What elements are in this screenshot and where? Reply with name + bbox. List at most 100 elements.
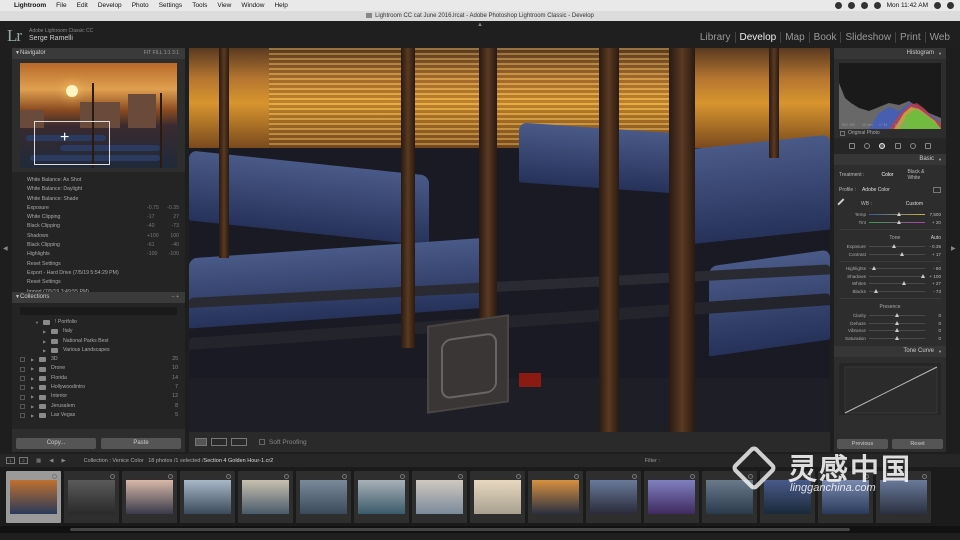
history-item[interactable]: White Balance: Shade <box>12 195 185 204</box>
menubar-clock[interactable]: Mon 11:42 AM <box>887 2 928 9</box>
module-print[interactable]: Print <box>896 32 926 43</box>
filmstrip-scroll-thumb[interactable] <box>70 528 850 531</box>
dehaze-slider[interactable]: Dehaze 0 <box>834 320 946 328</box>
collection-checkbox[interactable] <box>20 375 25 381</box>
page-2-button[interactable]: 2 <box>19 457 28 464</box>
filmstrip-thumbnail[interactable] <box>586 471 641 523</box>
filmstrip-thumbnail[interactable] <box>876 471 931 523</box>
collection-item[interactable]: ▶ Italy <box>12 327 185 336</box>
collection-item[interactable]: ▶ Drone 10 <box>12 364 185 373</box>
filmstrip-thumbnail[interactable] <box>470 471 525 523</box>
spotlight-icon[interactable] <box>934 2 941 9</box>
menu-photo[interactable]: Photo <box>132 2 149 9</box>
history-item[interactable]: Highlights -100 -100 <box>12 250 185 259</box>
collection-item[interactable]: ▶ Las Vegas 5 <box>12 411 185 420</box>
clarity-slider[interactable]: Clarity 0 <box>834 312 946 320</box>
eyedropper-icon[interactable] <box>837 198 849 210</box>
grid-view-icon[interactable]: ▦ <box>36 458 41 464</box>
filmstrip-thumbnail[interactable] <box>64 471 119 523</box>
menu-develop[interactable]: Develop <box>98 2 122 9</box>
history-item[interactable]: Black Clipping -61 -40 <box>12 241 185 250</box>
collections-header[interactable]: ▼ Collections – + <box>12 292 185 303</box>
reset-button[interactable]: Reset <box>892 439 943 449</box>
before-after-swap-icon[interactable] <box>231 438 247 446</box>
expand-triangle-icon[interactable]: ▶ <box>43 346 51 355</box>
history-item[interactable]: Black Clipping -40 -73 <box>12 222 185 231</box>
collection-set[interactable]: ▼! Portfolio <box>12 318 185 327</box>
red-eye-icon[interactable] <box>879 143 886 149</box>
original-photo-toggle[interactable]: Original Photo <box>834 129 946 138</box>
slider-knob[interactable] <box>894 335 899 340</box>
filmstrip-thumbnail[interactable] <box>354 471 409 523</box>
filmstrip-thumbnail[interactable] <box>296 471 351 523</box>
back-arrow-icon[interactable]: ◀ <box>49 458 53 464</box>
slider-knob[interactable] <box>902 281 907 285</box>
blacks-slider[interactable]: Blacks - 73 <box>834 288 946 296</box>
collections-filter-input[interactable] <box>20 307 177 315</box>
filmstrip-thumbnail[interactable] <box>760 471 815 523</box>
add-collection-icon[interactable]: – + <box>172 292 179 303</box>
collection-checkbox[interactable] <box>20 385 25 391</box>
previous-button[interactable]: Previous <box>837 439 888 449</box>
expand-triangle-icon[interactable]: ▶ <box>31 374 39 383</box>
notification-icon[interactable] <box>947 2 954 9</box>
filmstrip-thumbnail[interactable] <box>702 471 757 523</box>
profile-browser-icon[interactable] <box>933 187 941 193</box>
navigator-zoom-options[interactable]: FIT FILL 1:1 3:1 <box>144 48 179 59</box>
filmstrip-thumbnail[interactable] <box>180 471 235 523</box>
contrast-slider[interactable]: Contrast + 17 <box>834 251 946 259</box>
vibrance-slider[interactable]: Vibrance 0 <box>834 327 946 335</box>
adjustment-brush-icon[interactable] <box>925 143 932 149</box>
navigator-zoom-box[interactable] <box>34 121 110 165</box>
module-slideshow[interactable]: Slideshow <box>841 32 897 43</box>
treatment-bw-button[interactable]: Black & White <box>904 168 941 182</box>
expand-triangle-icon[interactable]: ▶ <box>31 392 39 401</box>
collection-item[interactable]: ▶ Hollywoodintro 7 <box>12 383 185 392</box>
menu-tools[interactable]: Tools <box>192 2 207 9</box>
collection-item[interactable]: ▶ Jerusalem 8 <box>12 402 185 411</box>
module-develop[interactable]: Develop <box>736 32 782 43</box>
navigator-preview[interactable]: + <box>20 63 177 168</box>
tint-slider[interactable]: Tint + 20 <box>834 219 946 227</box>
collection-checkbox[interactable] <box>20 394 25 400</box>
filmstrip-source[interactable]: Collection : Venice Color 18 photos /1 s… <box>84 458 274 464</box>
slider-knob[interactable] <box>897 212 902 216</box>
right-panel-toggle-icon[interactable]: ▶ <box>951 245 956 252</box>
slider-knob[interactable] <box>897 219 902 224</box>
navigator-header[interactable]: ▼ Navigator FIT FILL 1:1 3:1 <box>12 48 185 59</box>
collection-checkbox[interactable] <box>20 366 25 372</box>
module-book[interactable]: Book <box>810 32 842 43</box>
treatment-color-button[interactable]: Color <box>879 171 897 179</box>
slider-knob[interactable] <box>894 313 899 317</box>
expand-triangle-icon[interactable]: ▶ <box>43 337 51 346</box>
filmstrip-thumbnail[interactable] <box>644 471 699 523</box>
filmstrip-thumbnail[interactable] <box>122 471 177 523</box>
expand-triangle-icon[interactable]: ▶ <box>31 411 39 420</box>
whites-slider[interactable]: Whites + 27 <box>834 280 946 288</box>
history-item[interactable]: Exposure -0.75 -0.35 <box>12 204 185 213</box>
slider-knob[interactable] <box>892 244 897 248</box>
collection-item[interactable]: ▶ 3D 25 <box>12 355 185 364</box>
module-map[interactable]: Map <box>781 32 810 43</box>
copy-button[interactable]: Copy... <box>16 438 96 449</box>
temp-slider[interactable]: Temp 7,500 <box>834 211 946 219</box>
filmstrip-scrollbar[interactable] <box>0 526 960 533</box>
menu-help[interactable]: Help <box>274 2 287 9</box>
collection-checkbox[interactable] <box>20 413 25 419</box>
slider-knob[interactable] <box>874 288 879 293</box>
expand-triangle-icon[interactable]: ▼ <box>35 318 43 327</box>
wb-select[interactable]: Custom <box>906 201 923 207</box>
left-panel-toggle-icon[interactable]: ◀ <box>3 245 8 252</box>
tone-auto-button[interactable]: Auto <box>931 235 941 241</box>
expand-triangle-icon[interactable]: ▶ <box>31 364 39 373</box>
main-image-view[interactable] <box>189 48 830 432</box>
history-item[interactable]: Shadows +100 100 <box>12 232 185 241</box>
exposure-slider[interactable]: Exposure - 0.35 <box>834 243 946 251</box>
top-panel-toggle-icon[interactable]: ▲ <box>477 22 483 28</box>
original-photo-checkbox[interactable] <box>840 131 845 136</box>
slider-knob[interactable] <box>894 328 899 332</box>
menu-edit[interactable]: Edit <box>77 2 88 9</box>
collection-item[interactable]: ▶ National Parks Best <box>12 337 185 346</box>
wifi-icon[interactable] <box>860 2 868 9</box>
filter-label[interactable]: Filter : <box>645 458 660 464</box>
